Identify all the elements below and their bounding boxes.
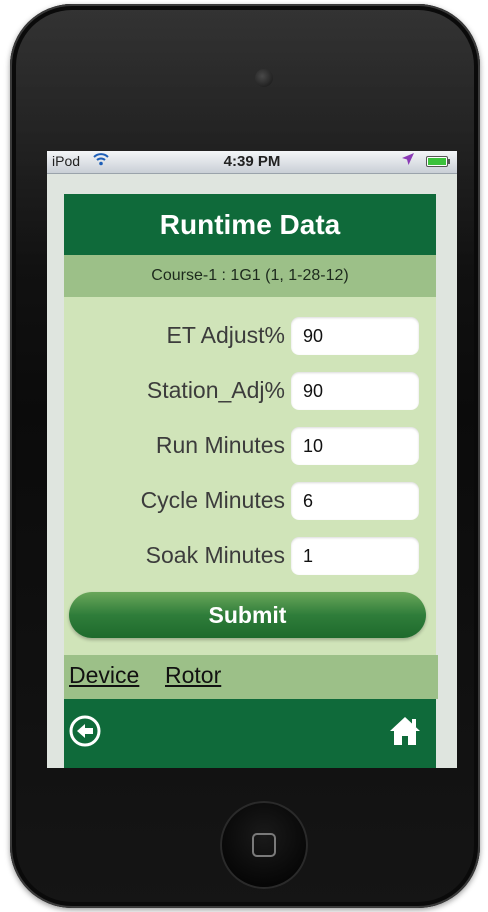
battery-icon [426, 156, 450, 167]
rotor-link[interactable]: Rotor [165, 662, 221, 689]
device-screen: iPod 4:39 PM Runtime Data Course-1 : 1G1… [47, 151, 457, 768]
station-adj-input[interactable] [291, 372, 419, 410]
run-minutes-input[interactable] [291, 427, 419, 465]
footer-bar [64, 699, 436, 768]
run-minutes-label: Run Minutes [155, 432, 285, 458]
front-camera-icon [255, 69, 273, 87]
submit-button[interactable]: Submit [69, 592, 426, 638]
cycle-minutes-input[interactable] [291, 482, 419, 520]
form-row-soak-minutes: Soak Minutes [64, 537, 436, 577]
hardware-home-button[interactable] [220, 801, 308, 889]
device-link[interactable]: Device [69, 662, 139, 689]
home-square-icon [252, 833, 276, 857]
soak-minutes-label: Soak Minutes [145, 542, 285, 568]
location-arrow-icon [401, 152, 415, 169]
home-icon[interactable] [388, 715, 422, 747]
station-adj-label: Station_Adj% [146, 377, 285, 403]
et-adjust-label: ET Adjust% [166, 322, 285, 348]
soak-minutes-input[interactable] [291, 537, 419, 575]
course-subtitle: Course-1 : 1G1 (1, 1-28-12) [64, 255, 436, 297]
form-row-station-adj: Station_Adj% [64, 372, 436, 412]
back-arrow-icon[interactable] [69, 715, 101, 747]
submit-container: Submit [64, 592, 436, 642]
runtime-form: ET Adjust% Station_Adj% Run Minutes Cycl… [64, 297, 436, 597]
page-title: Runtime Data [64, 194, 436, 255]
form-row-cycle-minutes: Cycle Minutes [64, 482, 436, 522]
et-adjust-input[interactable] [291, 317, 419, 355]
cycle-minutes-label: Cycle Minutes [140, 487, 285, 513]
links-bar: Device Rotor [64, 655, 438, 699]
form-row-run-minutes: Run Minutes [64, 427, 436, 467]
status-time: 4:39 PM [223, 153, 281, 170]
status-bar: iPod 4:39 PM [47, 151, 457, 174]
app-view: Runtime Data Course-1 : 1G1 (1, 1-28-12)… [64, 194, 438, 768]
form-row-et-adjust: ET Adjust% [64, 317, 436, 357]
